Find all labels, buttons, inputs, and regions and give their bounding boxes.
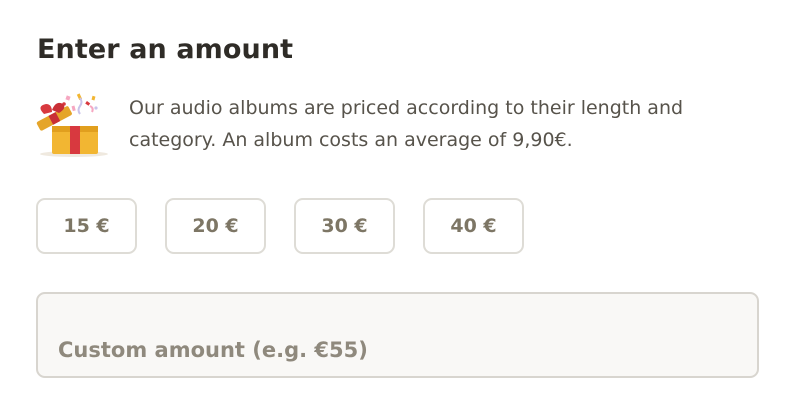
page-title: Enter an amount	[37, 34, 294, 65]
custom-amount-input[interactable]	[38, 294, 757, 376]
gift-box-graphic	[36, 93, 108, 157]
amount-option-30[interactable]: 30 €	[294, 198, 395, 254]
amount-selection-panel: Enter an amount Our audio albums are pri…	[0, 0, 805, 406]
amount-option-20[interactable]: 20 €	[165, 198, 266, 254]
gift-box-icon	[34, 92, 120, 158]
pricing-description: Our audio albums are priced according to…	[129, 97, 684, 151]
amount-option-40[interactable]: 40 €	[423, 198, 524, 254]
custom-amount-field[interactable]	[36, 292, 759, 378]
amount-option-15[interactable]: 15 €	[36, 198, 137, 254]
pricing-info: Our audio albums are priced according to…	[34, 90, 754, 160]
